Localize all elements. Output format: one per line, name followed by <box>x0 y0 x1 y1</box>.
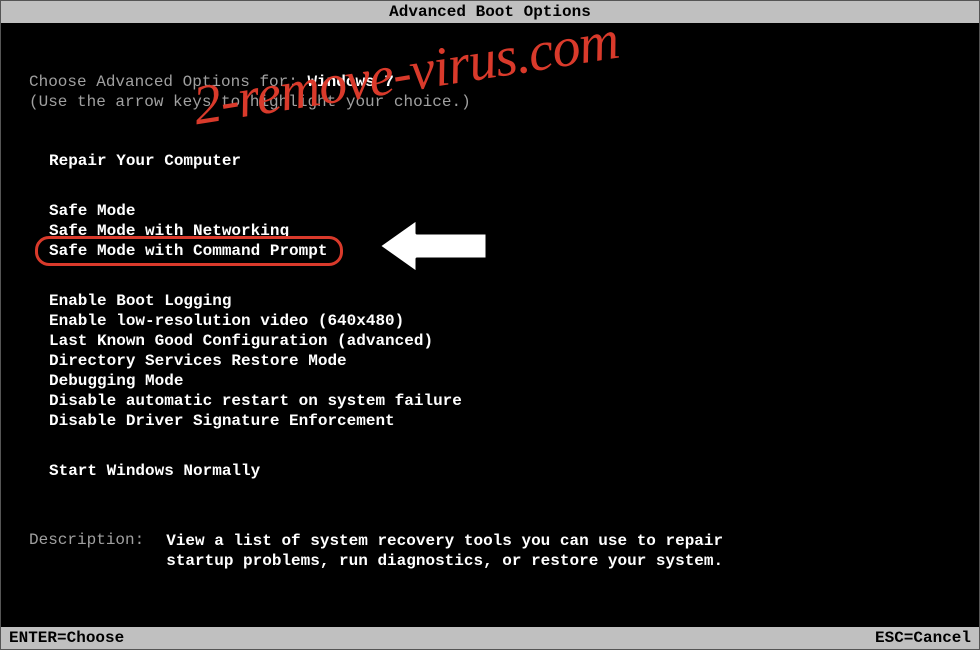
menu-directory-services[interactable]: Directory Services Restore Mode <box>49 351 979 371</box>
menu-start-normally[interactable]: Start Windows Normally <box>49 461 979 481</box>
repair-section: Repair Your Computer <box>1 151 979 171</box>
menu-safe-mode-cmd-highlighted[interactable]: Safe Mode with Command Prompt <box>49 241 327 261</box>
title-bar: Advanced Boot Options <box>1 1 979 23</box>
safe-mode-section: Safe Mode Safe Mode with Networking Safe… <box>1 201 979 261</box>
footer-bar: ENTER=Choose ESC=Cancel <box>1 627 979 649</box>
menu-safe-mode-cmd[interactable]: Safe Mode with Command Prompt <box>49 242 327 260</box>
menu-boot-logging[interactable]: Enable Boot Logging <box>49 291 979 311</box>
menu-low-res[interactable]: Enable low-resolution video (640x480) <box>49 311 979 331</box>
description-block: Description: View a list of system recov… <box>1 531 979 571</box>
boot-menu-content: Choose Advanced Options for: Windows 7 (… <box>1 73 979 571</box>
menu-disable-sig[interactable]: Disable Driver Signature Enforcement <box>49 411 979 431</box>
menu-safe-mode[interactable]: Safe Mode <box>49 201 979 221</box>
prompt-prefix: Choose Advanced Options for: <box>29 73 307 91</box>
menu-last-known[interactable]: Last Known Good Configuration (advanced) <box>49 331 979 351</box>
os-name: Windows 7 <box>307 73 393 91</box>
description-label: Description: <box>29 531 144 571</box>
prompt-hint: (Use the arrow keys to highlight your ch… <box>1 93 979 111</box>
footer-esc: ESC=Cancel <box>875 629 971 647</box>
description-text: View a list of system recovery tools you… <box>166 531 726 571</box>
prompt-line: Choose Advanced Options for: Windows 7 <box>1 73 979 91</box>
window-title: Advanced Boot Options <box>389 3 591 21</box>
normal-section: Start Windows Normally <box>1 461 979 481</box>
menu-debugging[interactable]: Debugging Mode <box>49 371 979 391</box>
options-section: Enable Boot Logging Enable low-resolutio… <box>1 291 979 431</box>
menu-safe-mode-networking[interactable]: Safe Mode with Networking <box>49 221 979 241</box>
menu-repair[interactable]: Repair Your Computer <box>49 151 979 171</box>
footer-enter: ENTER=Choose <box>9 629 124 647</box>
menu-disable-restart[interactable]: Disable automatic restart on system fail… <box>49 391 979 411</box>
